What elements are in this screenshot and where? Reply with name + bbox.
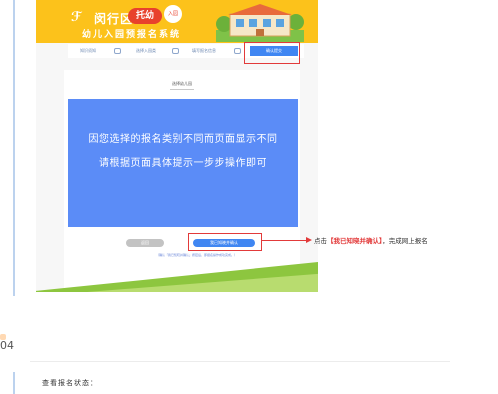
- title-divider: [170, 89, 194, 90]
- school-illustration-icon: [216, 4, 304, 42]
- screenshot-frame: ℱ 闵行区 托幼 入园 幼儿入园预报名系统 知识须知 选择入园类 填写报名信息 …: [36, 0, 318, 292]
- back-button[interactable]: 返回: [126, 239, 164, 247]
- highlight-box-confirm: [188, 233, 262, 251]
- step-number: 04: [0, 339, 14, 352]
- annotation-highlight: 【我已知晓并确认】: [327, 237, 383, 245]
- timeline-rule-bottom: [13, 372, 15, 394]
- annotation-prefix: 点击: [314, 237, 327, 245]
- panel-title: 选择幼儿园: [172, 81, 192, 86]
- notice-box: 因您选择的报名类别不同而页面显示不同 请根据页面具体提示一步步操作即可: [68, 99, 298, 227]
- notice-line-1: 因您选择的报名类别不同而页面显示不同: [88, 134, 278, 145]
- highlight-box-step: [244, 42, 300, 64]
- callout-arrow-line: [262, 240, 308, 241]
- section-divider: [30, 361, 450, 362]
- step-arrow-icon: [114, 48, 121, 54]
- banner-badge-small: 入园: [164, 5, 182, 23]
- step-read-notice: 知识须知: [80, 48, 96, 53]
- banner-title-district: 闵行区: [94, 12, 134, 26]
- system-banner: ℱ 闵行区 托幼 入园 幼儿入园预报名系统: [36, 0, 318, 43]
- timeline-rule-top: [13, 0, 15, 296]
- step-choose-type: 选择入园类: [136, 48, 156, 53]
- step-arrow-icon: [234, 48, 241, 54]
- banner-badge: 托幼: [128, 8, 162, 24]
- notice-line-2: 请根据页面具体提示一步步操作即可: [99, 158, 267, 169]
- step-arrow-icon: [172, 48, 179, 54]
- callout-annotation: 点击【我已知晓并确认】，完成网上报名: [314, 235, 428, 245]
- banner-title-system: 幼儿入园预报名系统: [82, 30, 182, 40]
- step-fill-info: 填写报名信息: [192, 48, 216, 53]
- callout-arrow-icon: [306, 237, 312, 243]
- section-heading: 查看报名状态：: [42, 379, 98, 387]
- confirm-hint: （确认「我已知晓并确认」按钮后，即报名操作成功完成。）: [156, 253, 238, 257]
- logo-icon: ℱ: [71, 10, 82, 25]
- annotation-suffix: ，完成网上报名: [382, 237, 428, 245]
